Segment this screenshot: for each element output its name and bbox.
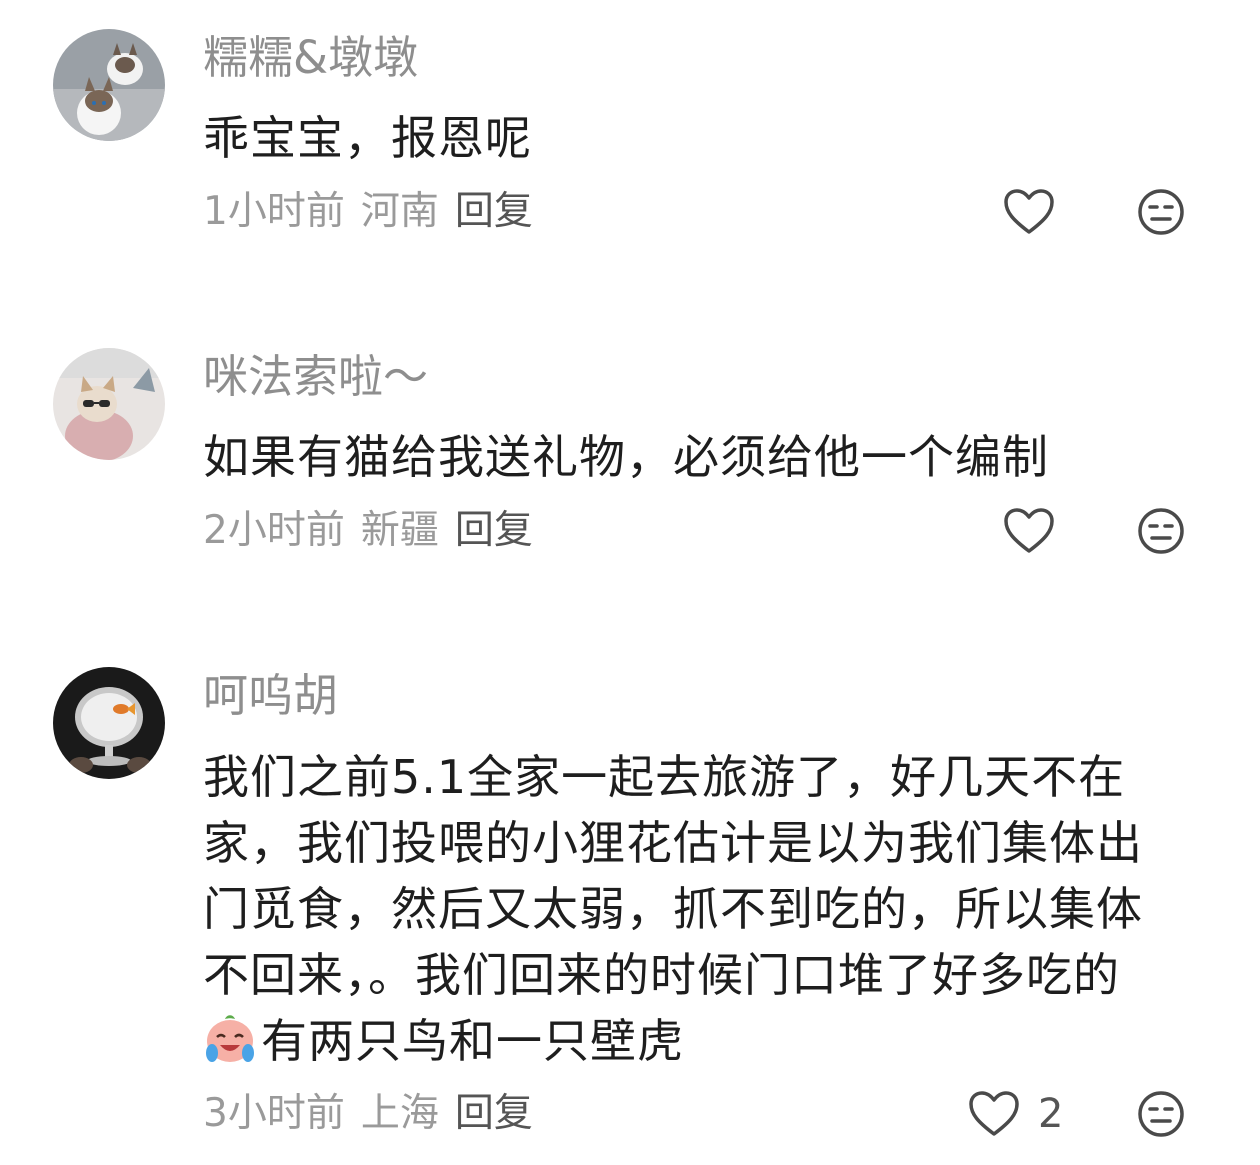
comment-text-line: 家，我们投喂的小狸花估计是以为我们集体出 xyxy=(203,816,1143,870)
username[interactable]: 咪法索啦～ xyxy=(203,349,428,405)
like-button[interactable]: 2 xyxy=(968,1088,1063,1140)
like-count: 2 xyxy=(1038,1091,1064,1137)
comment-text-line: 我们之前5.1全家一起去旅游了，好几天不在 xyxy=(203,750,1126,804)
crying-laughing-emoji-icon xyxy=(203,1011,257,1065)
comment-text-line: 门觅食，然后又太弱，抓不到吃的，所以集体 xyxy=(203,882,1143,936)
comment-text: 我们之前5.1全家一起去旅游了，好几天不在 家，我们投喂的小狸花估计是以为我们集… xyxy=(203,744,1193,1074)
comment-time: 3小时前 xyxy=(203,1091,345,1136)
cat-sunglasses-avatar-icon xyxy=(53,348,165,460)
comment-time: 2小时前 xyxy=(203,508,345,553)
comment-meta: 1小时前 河南 回复 xyxy=(203,188,549,236)
like-button[interactable] xyxy=(1003,186,1055,238)
user-avatar[interactable] xyxy=(53,29,165,141)
dislike-button[interactable] xyxy=(1137,1090,1185,1138)
username[interactable]: 糯糯&墩墩 xyxy=(203,30,418,86)
heart-outline-icon xyxy=(1004,508,1054,553)
comment-text-line: 不回来，。我们回来的时候门口堆了好多吃的 xyxy=(203,948,1120,1002)
reply-button[interactable]: 回复 xyxy=(455,508,533,553)
cats-avatar-icon xyxy=(53,29,165,141)
comment-meta: 2小时前 新疆 回复 xyxy=(203,507,549,555)
fish-bowl-avatar-icon xyxy=(53,667,165,779)
comment-text: 如果有猫给我送礼物，必须给他一个编制 xyxy=(203,430,1049,484)
meh-face-icon xyxy=(1138,189,1184,235)
user-avatar[interactable] xyxy=(53,348,165,460)
heart-outline-icon xyxy=(969,1091,1019,1136)
comment-location: 河南 xyxy=(360,189,439,234)
user-avatar[interactable] xyxy=(53,667,165,779)
comment-text-line: 有两只鸟和一只壁虎 xyxy=(261,1014,684,1068)
heart-outline-icon xyxy=(1004,189,1054,234)
dislike-button[interactable] xyxy=(1137,507,1185,555)
reply-button[interactable]: 回复 xyxy=(455,1091,533,1136)
dislike-button[interactable] xyxy=(1137,188,1185,236)
comment-time: 1小时前 xyxy=(203,189,345,234)
username[interactable]: 呵呜胡 xyxy=(203,668,338,724)
like-button[interactable] xyxy=(1003,505,1055,557)
comment-text: 乖宝宝，报恩呢 xyxy=(203,111,532,165)
meh-face-icon xyxy=(1138,508,1184,554)
comment-location: 上海 xyxy=(360,1091,439,1136)
meh-face-icon xyxy=(1138,1091,1184,1137)
reply-button[interactable]: 回复 xyxy=(455,189,533,234)
comment-text-last-line: 有两只鸟和一只壁虎 xyxy=(203,1008,1193,1074)
comment-location: 新疆 xyxy=(360,508,439,553)
comment-meta: 3小时前 上海 回复 xyxy=(203,1090,549,1138)
